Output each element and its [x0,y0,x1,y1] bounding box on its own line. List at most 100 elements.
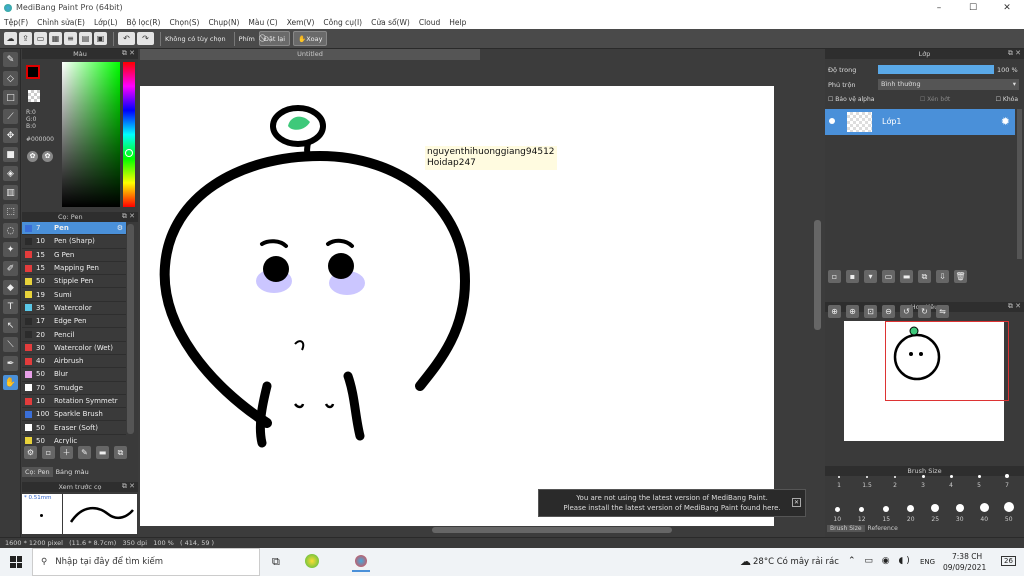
menu-filter[interactable]: Bộ lọc(R) [127,18,161,27]
gradient-tool-icon[interactable]: ▥ [3,185,18,200]
edit-brush-icon[interactable]: ✎ [78,446,91,459]
brush-item[interactable]: 19 Sumi [22,288,126,302]
select-tool-icon[interactable]: ⬚ [3,204,18,219]
close-icon[interactable]: ⧉ ✕ [1008,302,1021,311]
eyedropper-tool-icon[interactable]: ✒ [3,356,18,371]
eraser-tool-icon[interactable]: ◇ [3,71,18,86]
dot-tool-icon[interactable]: ⟋ [3,109,18,124]
gear-icon[interactable]: ✹ [1001,115,1010,128]
divide-tool-icon[interactable]: ⟍ [3,337,18,352]
notice-close-icon[interactable]: ✕ [792,498,801,507]
brush-size-cell[interactable]: 20 [899,491,924,525]
lasso-tool-icon[interactable]: ◌ [3,223,18,238]
clock-time[interactable]: 7:38 CH [952,552,982,561]
brush-size-cell[interactable]: 5 [965,457,993,491]
palette-icon[interactable]: ✿ [27,151,38,162]
menu-layer[interactable]: Lớp(L) [94,18,118,27]
close-icon[interactable]: ⧉ ✕ [122,482,135,491]
tab-brush-size[interactable]: Brush Size [827,525,865,532]
window-icon[interactable]: ▣ [94,32,107,45]
close-icon[interactable]: ⧉ ✕ [1008,49,1021,58]
transparent-swatch[interactable] [28,90,40,102]
windows-start-icon[interactable] [10,556,22,568]
copy-brush-icon[interactable]: ⧉ [114,446,127,459]
update-notice[interactable]: You are not using the latest version of … [538,489,806,517]
tray-icons[interactable]: ⌃ ▭ ◉ ◖) [848,556,913,566]
brush-item[interactable]: 10 Pen (Sharp) [22,235,126,249]
folder-icon[interactable]: ▬ [96,446,109,459]
redo-icon[interactable]: ↷ [137,32,154,45]
brush-size-cell[interactable]: 1 [825,457,853,491]
flip-icon[interactable]: ⇋ [936,305,949,318]
list-icon[interactable]: ≡ [64,32,77,45]
brush-size-cell[interactable]: 7 [993,457,1021,491]
grid-icon[interactable]: ▦ [49,32,62,45]
hand-tool-icon[interactable]: ✋ [3,375,18,390]
rectangle-tool-icon[interactable]: □ [3,90,18,105]
brush-item[interactable]: 15 G Pen [22,249,126,262]
brush-size-cell[interactable]: 3 [909,457,937,491]
menu-window[interactable]: Cửa sổ(W) [371,18,410,27]
clock-date[interactable]: 09/09/2021 [943,563,986,572]
navigator-preview[interactable] [844,321,1009,441]
close-button[interactable]: ✕ [990,0,1024,15]
text-tool-icon[interactable]: T [3,299,18,314]
hue-slider[interactable] [123,62,135,207]
brush-item[interactable]: 40 Airbrush [22,355,126,369]
language-indicator[interactable]: ENG [920,558,935,566]
menu-view[interactable]: Xem(V) [287,18,315,27]
brush-size-cell[interactable]: 30 [948,491,973,525]
brush-size-cell[interactable]: 2 [881,457,909,491]
magic-wand-tool-icon[interactable]: ✦ [3,242,18,257]
brush-item[interactable]: 50 Stipple Pen [22,275,126,289]
minimize-button[interactable]: – [922,0,956,15]
snap-options-label[interactable]: Không có tùy chọn [165,35,226,43]
brush-gear-icon[interactable]: ⚙ [117,224,123,232]
medibang-taskbar-icon[interactable] [352,552,370,572]
new-halftone-layer-icon[interactable]: ▪ [846,270,859,283]
add-brush-icon[interactable]: ＋ [60,446,73,459]
move-tool-icon[interactable]: ✥ [3,128,18,143]
brush-size-cell[interactable]: 4 [937,457,965,491]
brush-item[interactable]: 35 Watercolor [22,302,126,316]
weather-text[interactable]: 28°C Có mây rải rác [753,557,839,567]
menu-tools[interactable]: Công cụ(I) [323,18,362,27]
folder-icon[interactable]: ▬ [900,270,913,283]
menu-help[interactable]: Help [449,18,466,27]
drawing-canvas[interactable]: nguyenthihuonggiang94512 Hoidap247 [140,86,774,526]
layer-row[interactable]: Lớp1 ✹ [825,109,1015,135]
brush-item[interactable]: 50 Acrylic [22,435,126,444]
menu-file[interactable]: Tệp(F) [4,18,28,27]
new-brush-icon[interactable]: ▫ [42,446,55,459]
canvas-vscrollbar[interactable] [814,220,821,330]
brush-tool-icon[interactable]: ✎ [3,52,18,67]
bucket-tool-icon[interactable]: ◈ [3,166,18,181]
hue-slider-handle[interactable] [125,149,133,157]
close-icon[interactable]: ⧉ ✕ [122,49,135,58]
protect-alpha-checkbox[interactable]: ☐ Bảo vệ alpha [828,96,874,103]
brush-item[interactable]: 20 Pencil [22,328,126,342]
new-8bit-layer-icon[interactable]: ▾ [864,270,877,283]
operation-tool-icon[interactable]: ↖ [3,318,18,333]
brush-item[interactable]: 30 Watercolor (Wet) [22,342,126,355]
select-pen-tool-icon[interactable]: ✐ [3,261,18,276]
trash-icon[interactable]: 🗑 [954,270,967,283]
task-view-icon[interactable]: ⧉ [272,555,280,569]
brush-size-cell[interactable]: 12 [850,491,875,525]
brush-item[interactable]: 7 Pen ⚙ [22,222,126,236]
brush-item[interactable]: 17 Edge Pen [22,315,126,329]
fill-rect-tool-icon[interactable]: ■ [3,147,18,162]
lock-checkbox[interactable]: ☐ Khóa [996,96,1018,103]
layer-visibility-icon[interactable] [829,118,835,124]
menu-cloud[interactable]: Cloud [419,18,440,27]
menu-snap[interactable]: Chụp(N) [208,18,239,27]
brush-size-cell[interactable]: 40 [972,491,997,525]
taskbar-search[interactable]: ⚲ Nhập tại đây để tìm kiếm [32,548,260,576]
zoom-out-icon[interactable]: ⊖ [882,305,895,318]
canvas-hscrollbar[interactable] [432,527,672,533]
blend-select[interactable]: Bình thường ▾ [878,79,1019,90]
brush-item[interactable]: 50 Blur [22,368,126,382]
undo-icon[interactable]: ↶ [118,32,135,45]
app-green-icon[interactable] [305,554,319,568]
new-layer-icon[interactable]: ▫ [828,270,841,283]
